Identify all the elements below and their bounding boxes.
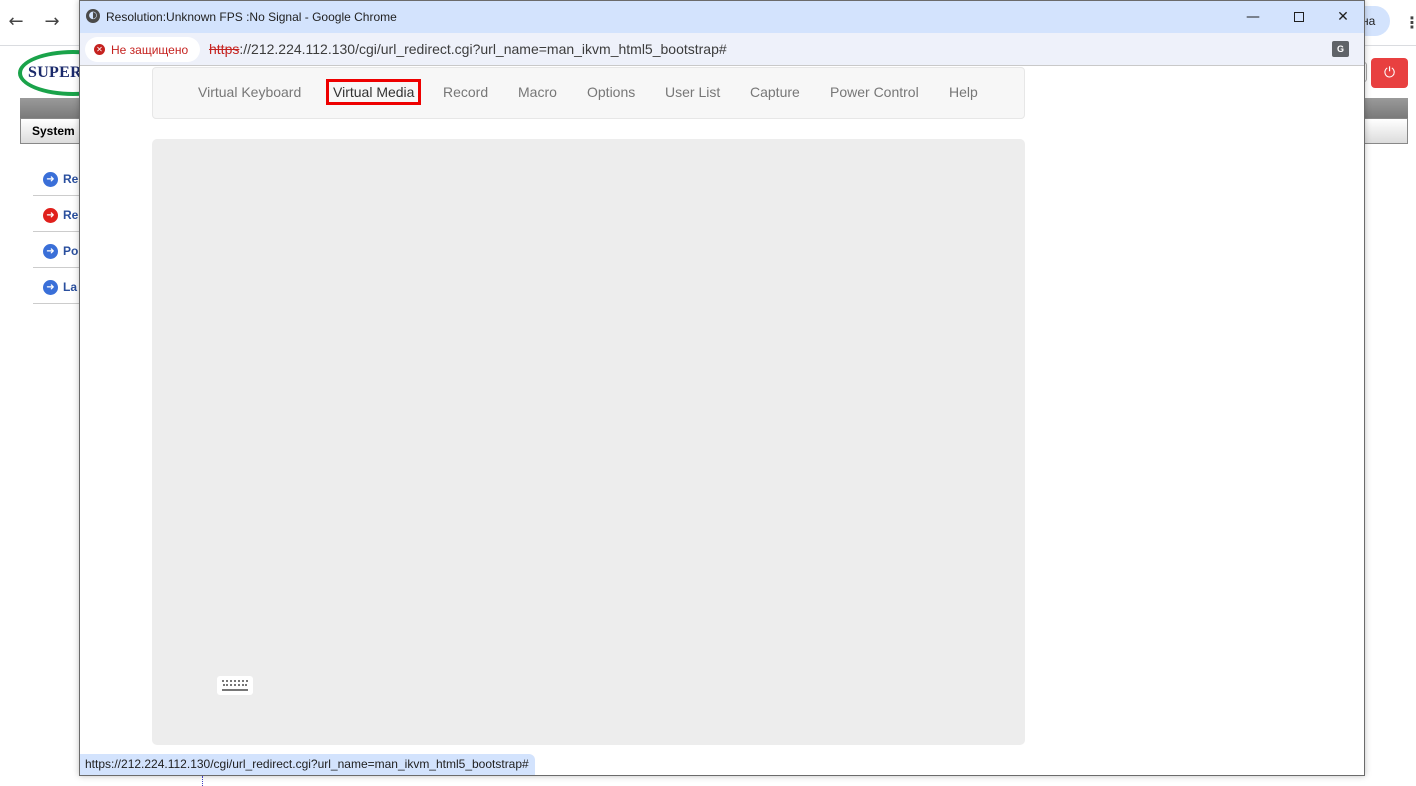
menu-help[interactable]: Help xyxy=(949,84,978,100)
list-item-label: Po xyxy=(63,244,79,258)
window-titlebar[interactable]: ◐ Resolution:Unknown FPS :No Signal - Go… xyxy=(80,1,1364,33)
tab-system[interactable]: System xyxy=(32,124,75,138)
list-item-label: La xyxy=(63,280,78,294)
window-title: Resolution:Unknown FPS :No Signal - Goog… xyxy=(106,10,397,24)
menu-virtual-keyboard[interactable]: Virtual Keyboard xyxy=(198,84,301,100)
menu-capture[interactable]: Capture xyxy=(750,84,800,100)
menu-record[interactable]: Record xyxy=(443,84,488,100)
menu-virtual-media[interactable]: Virtual Media xyxy=(325,79,422,105)
minimize-button[interactable]: — xyxy=(1230,1,1276,33)
list-item-label: Re xyxy=(63,208,79,222)
dotted-marker xyxy=(202,776,203,786)
forward-arrow-icon[interactable]: → xyxy=(40,10,64,34)
globe-icon: ◐ xyxy=(86,9,100,23)
keyboard-icon[interactable] xyxy=(217,676,253,695)
back-arrow-icon[interactable]: ← xyxy=(4,10,28,34)
security-chip[interactable]: ✕ Не защищено xyxy=(85,37,200,62)
menu-user-list[interactable]: User List xyxy=(665,84,720,100)
arrow-right-icon: ➜ xyxy=(43,208,58,223)
close-button[interactable]: ✕ xyxy=(1320,1,1366,33)
url-scheme: https xyxy=(209,41,240,57)
list-item-label: Re xyxy=(63,172,79,186)
not-secure-icon: ✕ xyxy=(94,44,105,55)
address-bar[interactable]: ✕ Не защищено https://212.224.112.130/cg… xyxy=(80,33,1364,66)
arrow-right-icon: ➜ xyxy=(43,172,58,187)
maximize-button[interactable] xyxy=(1276,1,1322,33)
maximize-icon xyxy=(1294,12,1304,22)
url-text[interactable]: https://212.224.112.130/cgi/url_redirect… xyxy=(209,41,727,57)
security-label: Не защищено xyxy=(111,43,189,57)
kvm-screen[interactable] xyxy=(152,139,1025,745)
kvm-menu-bar: Virtual Keyboard Virtual Media Record Ma… xyxy=(152,67,1025,119)
kvm-popup-window: ◐ Resolution:Unknown FPS :No Signal - Go… xyxy=(79,0,1365,776)
menu-macro[interactable]: Macro xyxy=(518,84,557,100)
menu-power-control[interactable]: Power Control xyxy=(830,84,919,100)
arrow-right-icon: ➜ xyxy=(43,280,58,295)
status-bar-url: https://212.224.112.130/cgi/url_redirect… xyxy=(80,754,535,775)
power-icon[interactable]: ⏻ xyxy=(1371,58,1408,88)
arrow-right-icon: ➜ xyxy=(43,244,58,259)
menu-options[interactable]: Options xyxy=(587,84,635,100)
kebab-menu-icon[interactable]: ⋮ xyxy=(1404,12,1416,34)
translate-icon[interactable]: G xyxy=(1332,41,1349,57)
url-path: ://212.224.112.130/cgi/url_redirect.cgi?… xyxy=(239,41,727,57)
